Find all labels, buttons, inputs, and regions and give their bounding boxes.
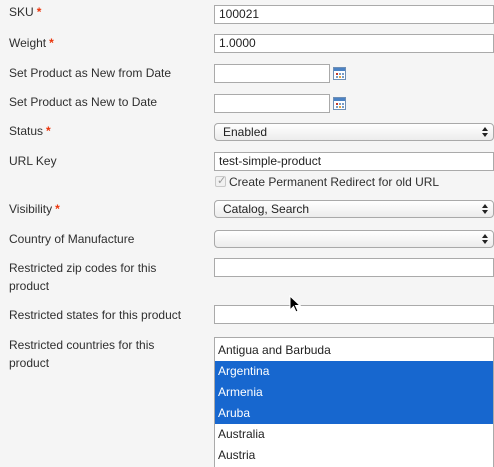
restricted-countries-label-line2: product <box>9 356 50 370</box>
new-to-date-input[interactable] <box>214 94 330 113</box>
mouse-pointer-icon <box>289 295 301 313</box>
restricted-zip-input[interactable] <box>214 258 494 277</box>
restricted-zip-label-line2: product <box>9 279 50 293</box>
country-option[interactable]: Antigua and Barbuda <box>215 340 493 361</box>
country-of-manufacture-select[interactable] <box>214 230 494 248</box>
url-key-label: URL Key <box>9 154 57 168</box>
calendar-icon[interactable] <box>333 67 346 80</box>
restricted-zip-label-line1: Restricted zip codes for this <box>9 261 157 275</box>
new-to-date-label: Set Product as New to Date <box>9 95 158 109</box>
checkmark-icon: ✓ <box>217 175 227 187</box>
status-label: Status * <box>9 122 51 140</box>
sku-input[interactable]: 100021 <box>214 5 494 24</box>
weight-input[interactable]: 1.0000 <box>214 34 494 53</box>
status-select-value: Enabled <box>223 125 268 139</box>
status-select[interactable]: Enabled <box>214 123 494 141</box>
restricted-countries-listbox[interactable]: Antigua and Barbuda Argentina Armenia Ar… <box>214 337 494 467</box>
weight-label: Weight * <box>9 34 54 52</box>
required-marker: * <box>55 202 60 216</box>
sku-label: SKU * <box>9 3 41 21</box>
select-arrows-icon <box>482 234 488 244</box>
country-of-manufacture-label: Country of Manufacture <box>9 232 135 246</box>
url-key-input[interactable]: test-simple-product <box>214 152 494 171</box>
required-marker: * <box>46 124 51 138</box>
restricted-states-label: Restricted states for this product <box>9 308 182 322</box>
restricted-countries-label: Restricted countries for this product <box>9 336 154 372</box>
visibility-select-value: Catalog, Search <box>223 202 310 216</box>
visibility-label: Visibility * <box>9 200 60 218</box>
country-option[interactable]: Armenia <box>215 382 493 403</box>
calendar-icon[interactable] <box>333 97 346 110</box>
select-arrows-icon <box>482 127 488 137</box>
restricted-countries-label-line1: Restricted countries for this <box>9 338 155 352</box>
country-option[interactable]: Austria <box>215 445 493 466</box>
restricted-states-input[interactable] <box>214 305 494 324</box>
required-marker: * <box>36 5 42 19</box>
permanent-redirect-checkbox[interactable]: ✓ <box>215 175 227 187</box>
sku-label-text: SKU <box>9 5 34 19</box>
restricted-zip-label: Restricted zip codes for this product <box>9 259 156 295</box>
country-option[interactable]: Argentina <box>215 361 493 382</box>
new-from-date-label: Set Product as New from Date <box>9 66 172 80</box>
new-from-date-input[interactable] <box>214 64 330 83</box>
required-marker: * <box>49 36 54 50</box>
status-label-text: Status <box>9 124 44 138</box>
visibility-label-text: Visibility <box>9 202 53 216</box>
country-option[interactable]: Australia <box>215 424 493 445</box>
permanent-redirect-label: Create Permanent Redirect for old URL <box>229 175 440 189</box>
weight-label-text: Weight <box>9 36 47 50</box>
visibility-select[interactable]: Catalog, Search <box>214 200 494 218</box>
country-option[interactable]: Aruba <box>215 403 493 424</box>
select-arrows-icon <box>482 204 488 214</box>
